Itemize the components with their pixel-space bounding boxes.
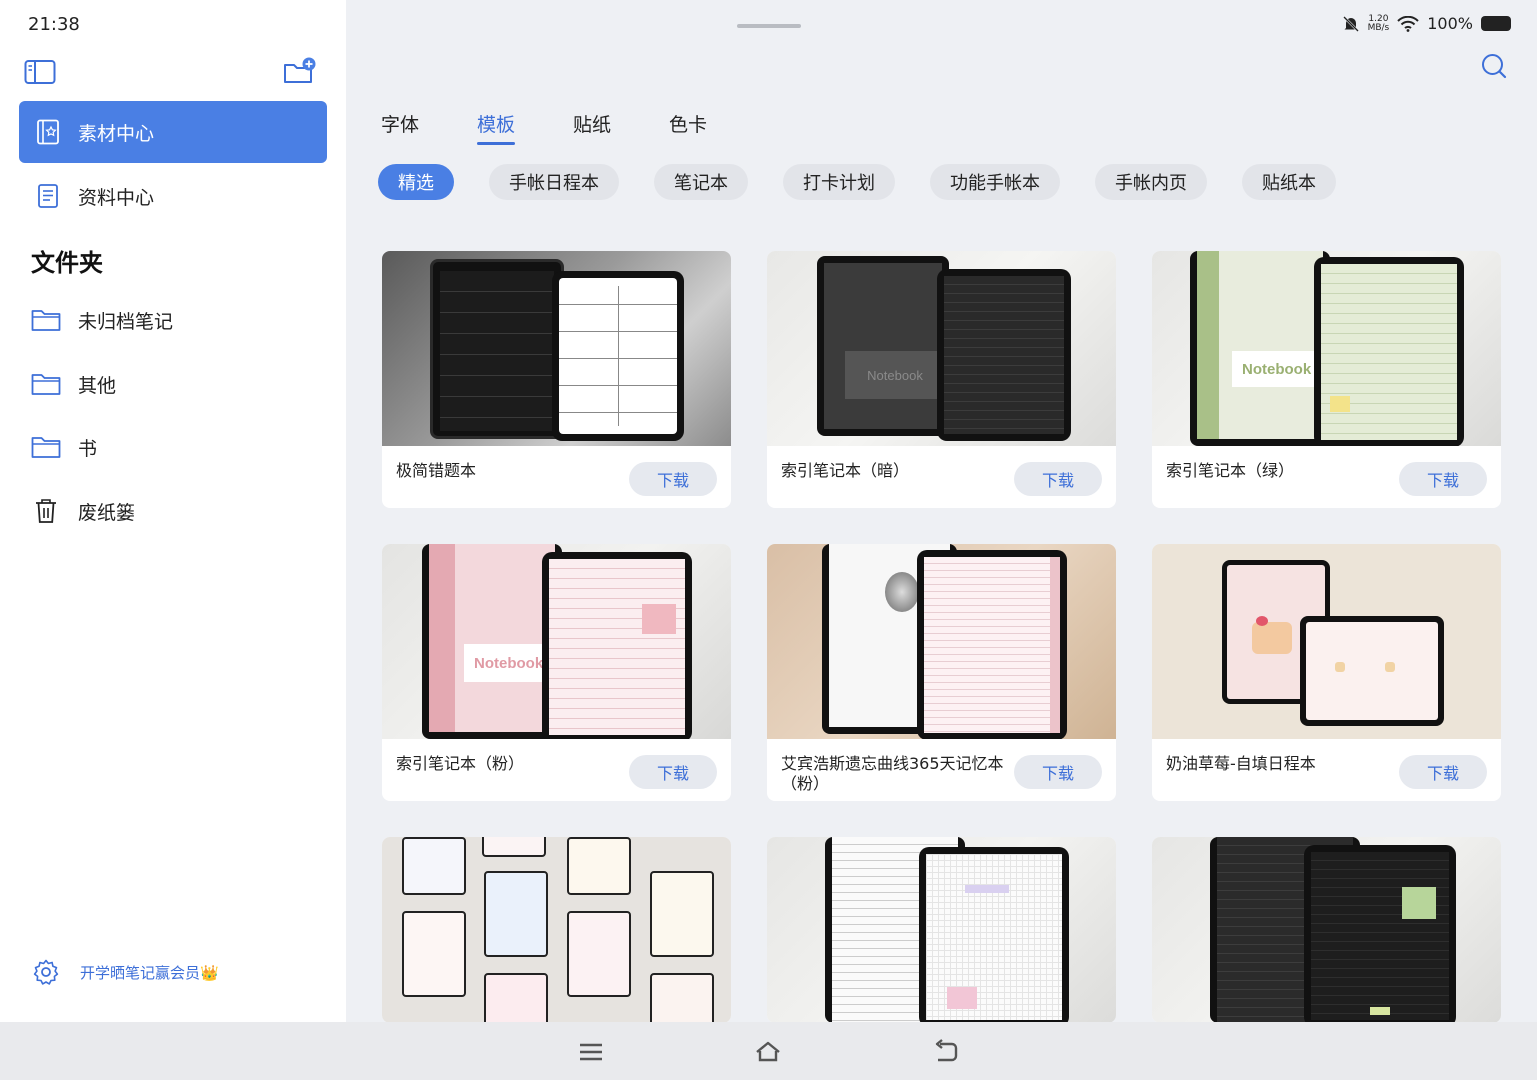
folder-label: 其他 bbox=[78, 374, 117, 397]
template-title: 索引笔记本（绿） bbox=[1166, 461, 1295, 480]
download-button[interactable]: 下载 bbox=[629, 462, 717, 496]
template-thumbnail bbox=[1152, 544, 1501, 739]
promo-text: 开学晒笔记赢会员👑 bbox=[80, 963, 219, 982]
template-title: 艾宾浩斯遗忘曲线365天记忆本（粉） bbox=[781, 754, 1004, 793]
net-speed: 1.20 MB/s bbox=[1367, 14, 1390, 33]
gear-icon bbox=[33, 959, 59, 985]
download-button[interactable]: 下载 bbox=[1399, 755, 1487, 789]
new-folder-icon[interactable] bbox=[283, 56, 317, 86]
battery-percent: 100% bbox=[1427, 14, 1473, 33]
template-thumbnail bbox=[382, 837, 731, 1023]
template-card[interactable]: 极简错题本 下载 bbox=[382, 251, 731, 508]
system-navigation-bar bbox=[0, 1022, 1537, 1080]
tab-color-card[interactable]: 色卡 bbox=[669, 110, 707, 145]
chip-sticker-book[interactable]: 贴纸本 bbox=[1242, 164, 1336, 200]
folder-icon bbox=[30, 433, 62, 461]
template-thumbnail: Notebook bbox=[382, 544, 731, 739]
template-thumbnail bbox=[767, 544, 1116, 739]
template-title: 极简错题本 bbox=[396, 461, 477, 480]
wifi-icon bbox=[1397, 15, 1419, 32]
template-card[interactable]: Notebook 索引笔记本（绿） 下载 bbox=[1152, 251, 1501, 508]
folder-item-book[interactable]: 书 bbox=[30, 427, 97, 467]
template-thumbnail: Notebook bbox=[767, 251, 1116, 446]
chip-functional-planner[interactable]: 功能手帐本 bbox=[930, 164, 1060, 200]
status-time: 21:38 bbox=[28, 14, 80, 35]
template-thumbnail bbox=[382, 251, 731, 446]
trash-icon bbox=[30, 497, 62, 525]
drag-handle[interactable] bbox=[737, 24, 801, 28]
template-card[interactable] bbox=[1152, 837, 1501, 1023]
download-button[interactable]: 下载 bbox=[629, 755, 717, 789]
template-title: 索引笔记本（粉） bbox=[396, 754, 525, 773]
folder-label: 废纸篓 bbox=[78, 501, 136, 524]
search-icon[interactable] bbox=[1480, 52, 1508, 80]
tab-font[interactable]: 字体 bbox=[381, 110, 419, 145]
folder-icon bbox=[30, 370, 62, 398]
sidebar: 21:38 素材中心 资料中心 文件夹 未归档笔记 其他 书 废纸篓 开学晒笔记… bbox=[0, 0, 346, 1022]
folder-item-unfiled[interactable]: 未归档笔记 bbox=[30, 300, 173, 340]
folder-section-title: 文件夹 bbox=[31, 249, 103, 277]
status-bar-right: 1.20 MB/s 100% bbox=[1342, 14, 1511, 33]
template-title: 奶油草莓-自填日程本 bbox=[1166, 754, 1316, 773]
template-thumbnail bbox=[767, 837, 1116, 1023]
net-speed-unit: MB/s bbox=[1367, 22, 1390, 33]
download-button[interactable]: 下载 bbox=[1014, 462, 1102, 496]
document-icon bbox=[35, 183, 61, 209]
chip-planner[interactable]: 手帐日程本 bbox=[489, 164, 619, 200]
chip-planner-pages[interactable]: 手帐内页 bbox=[1095, 164, 1207, 200]
folder-label: 书 bbox=[78, 437, 98, 460]
chip-checkin-plan[interactable]: 打卡计划 bbox=[783, 164, 895, 200]
filter-chips: 精选 手帐日程本 笔记本 打卡计划 功能手帐本 手帐内页 贴纸本 bbox=[378, 164, 1371, 200]
menu-icon[interactable] bbox=[577, 1038, 605, 1066]
mute-bell-icon bbox=[1342, 15, 1359, 32]
template-card[interactable] bbox=[767, 837, 1116, 1023]
template-card[interactable]: 艾宾浩斯遗忘曲线365天记忆本（粉） 下载 bbox=[767, 544, 1116, 801]
download-button[interactable]: 下载 bbox=[1399, 462, 1487, 496]
template-thumbnail bbox=[1152, 837, 1501, 1023]
template-card[interactable]: Notebook 索引笔记本（粉） 下载 bbox=[382, 544, 731, 801]
category-tabs: 字体 模板 贴纸 色卡 bbox=[381, 110, 765, 145]
tab-template[interactable]: 模板 bbox=[477, 110, 516, 145]
chip-featured[interactable]: 精选 bbox=[378, 164, 454, 200]
template-card[interactable]: 奶油草莓-自填日程本 下载 bbox=[1152, 544, 1501, 801]
home-icon[interactable] bbox=[754, 1038, 782, 1066]
template-title: 索引笔记本（暗） bbox=[781, 461, 910, 480]
template-thumbnail: Notebook bbox=[1152, 251, 1501, 446]
nav-label: 资料中心 bbox=[78, 186, 155, 209]
download-button[interactable]: 下载 bbox=[1014, 755, 1102, 789]
promo-link[interactable]: 开学晒笔记赢会员👑 bbox=[32, 958, 219, 986]
folder-item-other[interactable]: 其他 bbox=[30, 364, 116, 404]
battery-icon bbox=[1481, 16, 1511, 31]
template-card[interactable] bbox=[382, 837, 731, 1023]
tab-sticker[interactable]: 贴纸 bbox=[573, 110, 611, 145]
main-panel: 1.20 MB/s 100% 字体 模板 贴纸 色卡 精选 手帐日程本 笔记本 打… bbox=[346, 0, 1537, 1023]
nav-resource-center[interactable]: 资料中心 bbox=[19, 165, 327, 227]
folder-item-trash[interactable]: 废纸篓 bbox=[30, 491, 135, 531]
sidebar-toggle-icon[interactable] bbox=[24, 58, 56, 86]
nav-material-center[interactable]: 素材中心 bbox=[19, 101, 327, 163]
chip-notebook[interactable]: 笔记本 bbox=[654, 164, 748, 200]
folder-label: 未归档笔记 bbox=[78, 310, 174, 333]
back-icon[interactable] bbox=[932, 1038, 960, 1066]
nav-label: 素材中心 bbox=[78, 122, 155, 145]
cover-label: Notebook bbox=[845, 351, 945, 399]
material-book-icon bbox=[35, 119, 61, 145]
template-card[interactable]: Notebook 索引笔记本（暗） 下载 bbox=[767, 251, 1116, 508]
folder-icon bbox=[30, 306, 62, 334]
